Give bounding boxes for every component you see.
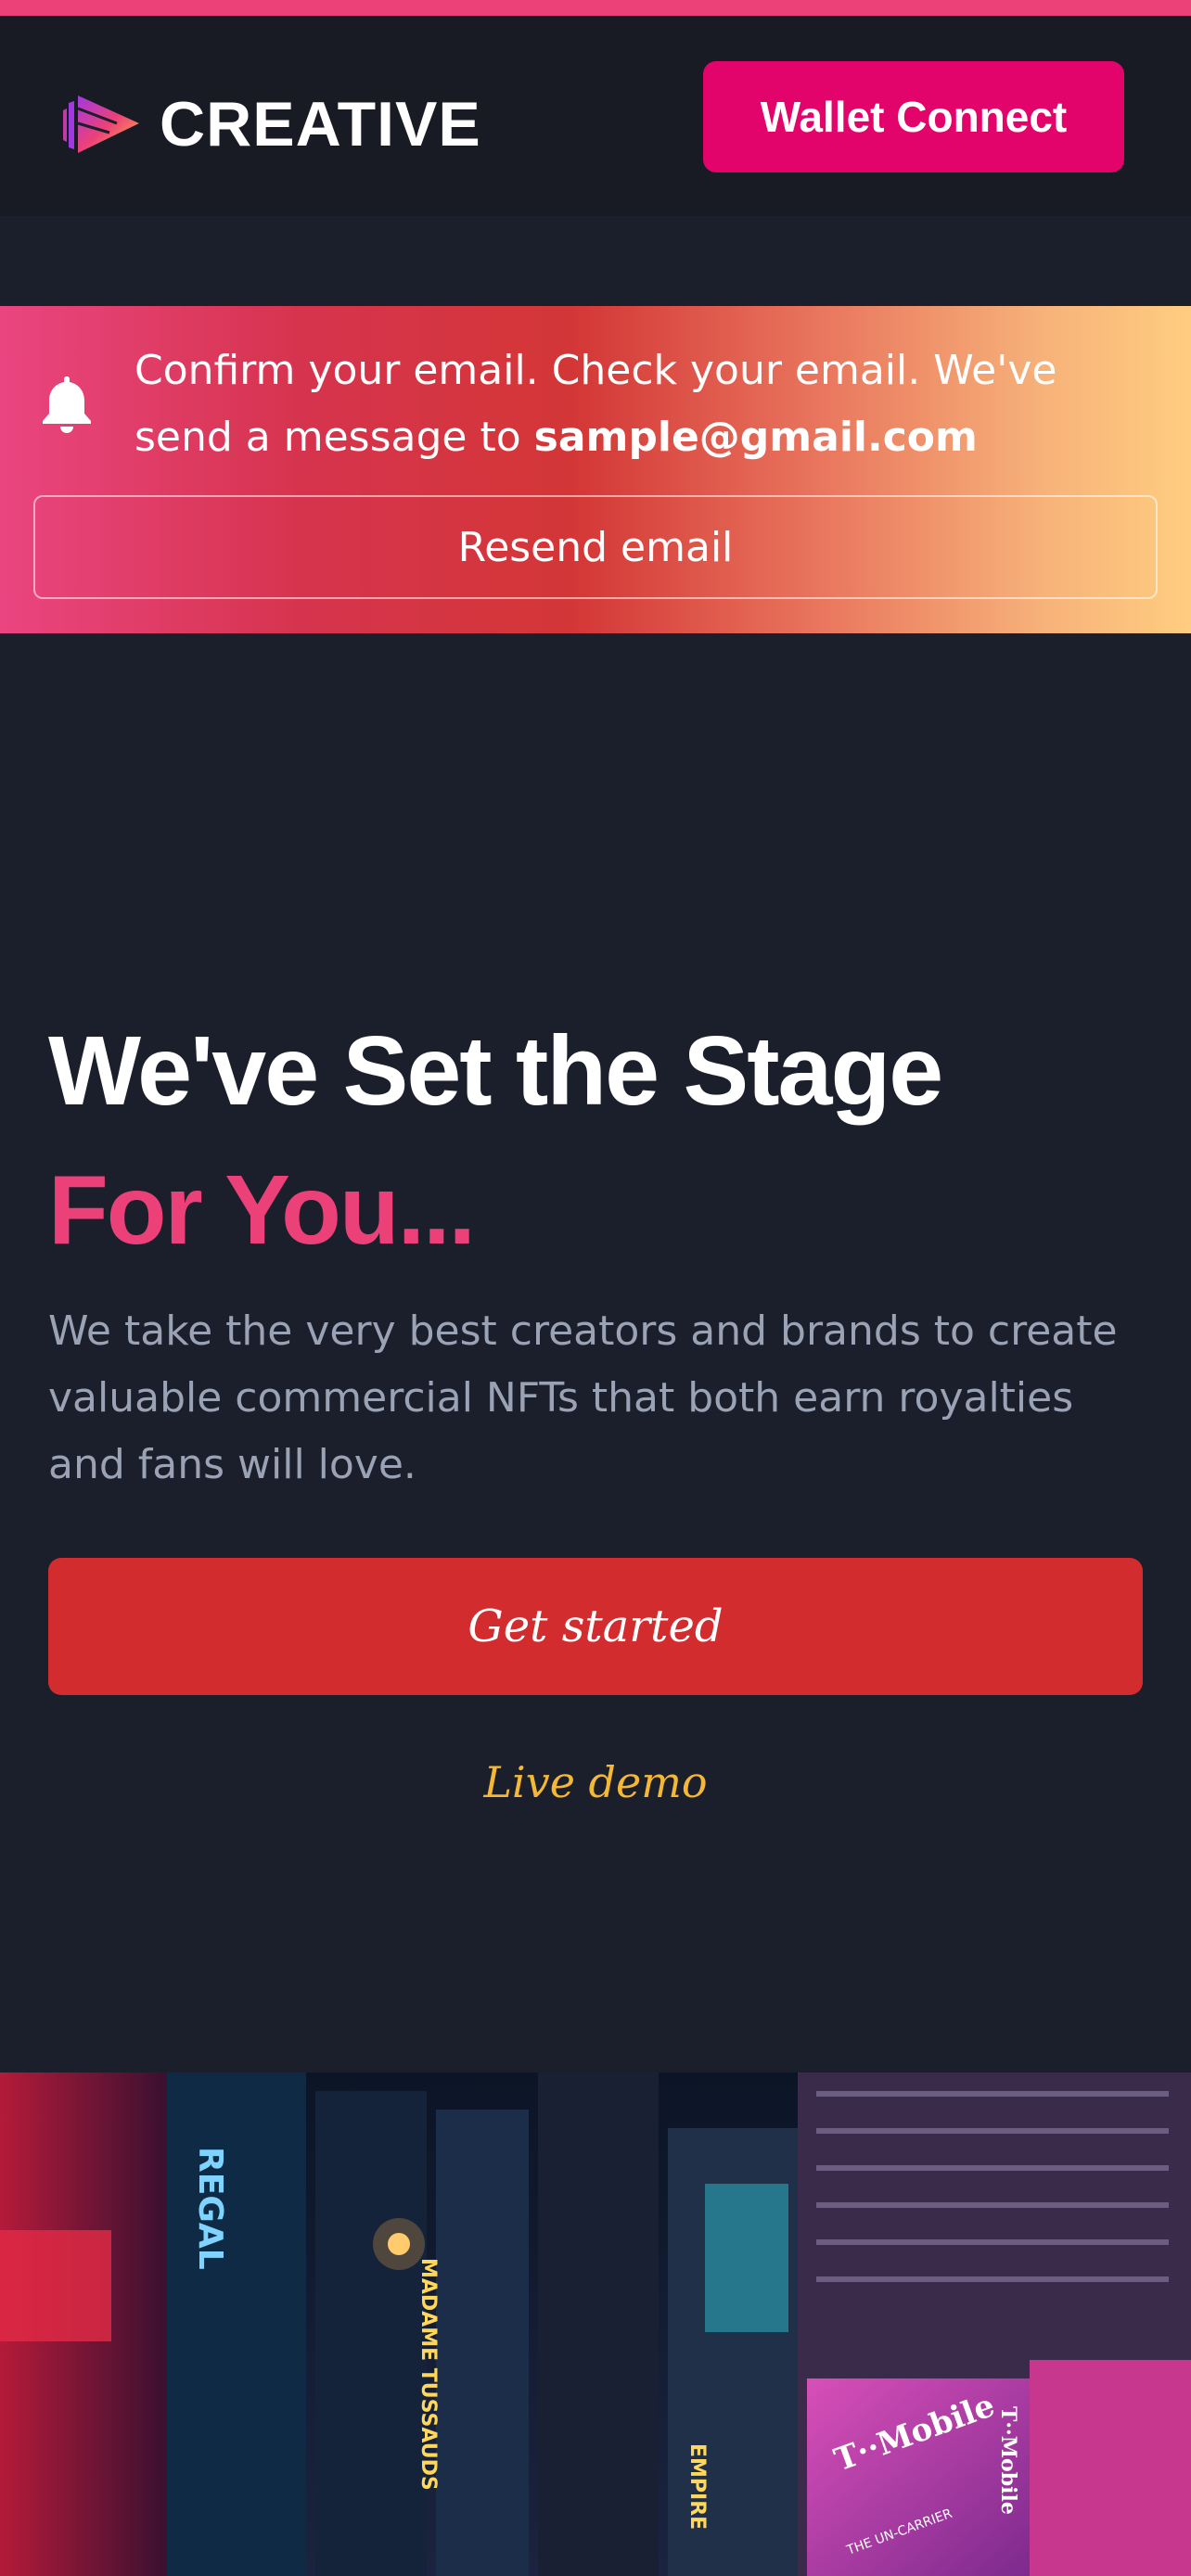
- resend-email-button[interactable]: Resend email: [33, 495, 1158, 599]
- sign-t-mobile-2: T··Mobile: [996, 2406, 1020, 2515]
- hero-title: We've Set the Stage For You...: [48, 1001, 1161, 1280]
- site-header: CREATIVE Wallet Connect: [0, 16, 1191, 216]
- brand-logo[interactable]: CREATIVE: [61, 83, 481, 166]
- banner-email: sample@gmail.com: [533, 414, 978, 461]
- bell-icon: [43, 376, 91, 433]
- live-demo-link[interactable]: Live demo: [0, 1757, 1191, 1807]
- sign-madame-tussauds: MADAME TUSSAUDS: [416, 2258, 440, 2491]
- hero-title-line1: We've Set the Stage: [48, 1016, 943, 1126]
- play-stack-logo-icon: [63, 96, 139, 153]
- banner-message: Confirm your email. Check your email. We…: [134, 338, 1164, 471]
- hero-description: We take the very best creators and brand…: [48, 1307, 1118, 1488]
- city-night-image: REGAL MADAME TUSSAUDS EMPIRE T··Mobile T…: [0, 2072, 1191, 2576]
- brand-name: CREATIVE: [160, 89, 481, 159]
- hero-title-line2: For You...: [48, 1155, 476, 1265]
- sign-regal: REGAL: [191, 2147, 229, 2270]
- get-started-button[interactable]: Get started: [48, 1558, 1143, 1695]
- sign-empire: EMPIRE: [685, 2443, 709, 2530]
- top-accent-strip: [0, 0, 1191, 16]
- wallet-connect-button[interactable]: Wallet Connect: [703, 61, 1124, 172]
